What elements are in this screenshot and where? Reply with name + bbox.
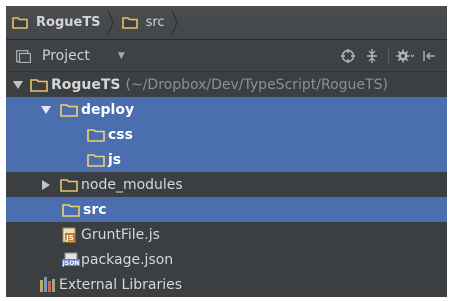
folder-icon: [87, 153, 105, 167]
node-name: deploy: [81, 101, 135, 118]
collapse-icon[interactable]: [360, 44, 384, 68]
javascript-file-icon: JS: [62, 227, 78, 243]
hide-icon[interactable]: [417, 44, 441, 68]
project-tree: RogueTS (~/Dropbox/Dev/TypeScript/RogueT…: [6, 72, 447, 297]
project-tool-window: RogueTS src Project ▼ RogueTS (~/Dropbox…: [6, 6, 447, 297]
folder-icon: [87, 128, 105, 142]
node-name: css: [108, 126, 133, 143]
tree-node-package-json[interactable]: JSON package.json: [6, 247, 447, 272]
node-name: GruntFile.js: [81, 226, 160, 243]
gear-icon[interactable]: [393, 44, 417, 68]
breadcrumb-item-roguets[interactable]: RogueTS: [6, 6, 105, 39]
folder-icon: [12, 16, 28, 29]
svg-text:JSON: JSON: [62, 260, 79, 267]
tree-node-deploy[interactable]: deploy: [6, 97, 447, 122]
node-name: src: [83, 201, 107, 218]
navigation-bar: RogueTS src: [6, 6, 447, 40]
tree-node-node-modules[interactable]: node_modules: [6, 172, 447, 197]
breadcrumb-separator-icon: [169, 6, 180, 39]
expanded-arrow-icon[interactable]: [12, 79, 24, 91]
tree-node-src[interactable]: src: [6, 197, 447, 222]
view-selector-label: Project: [42, 48, 90, 64]
tree-node-css[interactable]: css: [6, 122, 447, 147]
root-path: (~/Dropbox/Dev/TypeScript/RogueTS): [125, 76, 388, 93]
node-name: package.json: [81, 251, 174, 268]
breadcrumb-label: src: [145, 15, 165, 30]
tree-node-js[interactable]: js: [6, 147, 447, 172]
folder-icon: [121, 16, 138, 29]
toolbar-divider: [388, 48, 389, 64]
tool-window-header: Project ▼: [6, 41, 447, 72]
root-name: RogueTS: [51, 76, 121, 93]
folder-icon: [30, 78, 48, 92]
node-name: node_modules: [81, 176, 183, 193]
project-view-icon: [16, 49, 31, 63]
breadcrumb-separator-icon: [105, 6, 116, 39]
folder-icon: [62, 203, 80, 217]
chevron-down-icon: ▼: [117, 51, 125, 61]
library-icon: [40, 277, 56, 292]
tree-node-gruntfile[interactable]: JS GruntFile.js: [6, 222, 447, 247]
breadcrumb-item-src[interactable]: src: [116, 6, 169, 39]
breadcrumb-label: RogueTS: [36, 15, 101, 30]
view-selector-dropdown[interactable]: Project ▼: [16, 48, 125, 64]
folder-icon: [60, 103, 78, 117]
folder-icon: [60, 178, 78, 192]
collapsed-arrow-icon[interactable]: [40, 179, 52, 191]
json-file-icon: JSON: [62, 252, 80, 268]
tool-window-actions: [336, 44, 441, 68]
svg-text:JS: JS: [65, 234, 74, 242]
node-name: External Libraries: [59, 276, 182, 293]
expanded-arrow-icon[interactable]: [40, 104, 52, 116]
node-name: js: [108, 151, 122, 168]
tree-node-root[interactable]: RogueTS (~/Dropbox/Dev/TypeScript/RogueT…: [6, 72, 447, 97]
tree-node-external-libraries[interactable]: External Libraries: [6, 272, 447, 297]
target-icon[interactable]: [336, 44, 360, 68]
